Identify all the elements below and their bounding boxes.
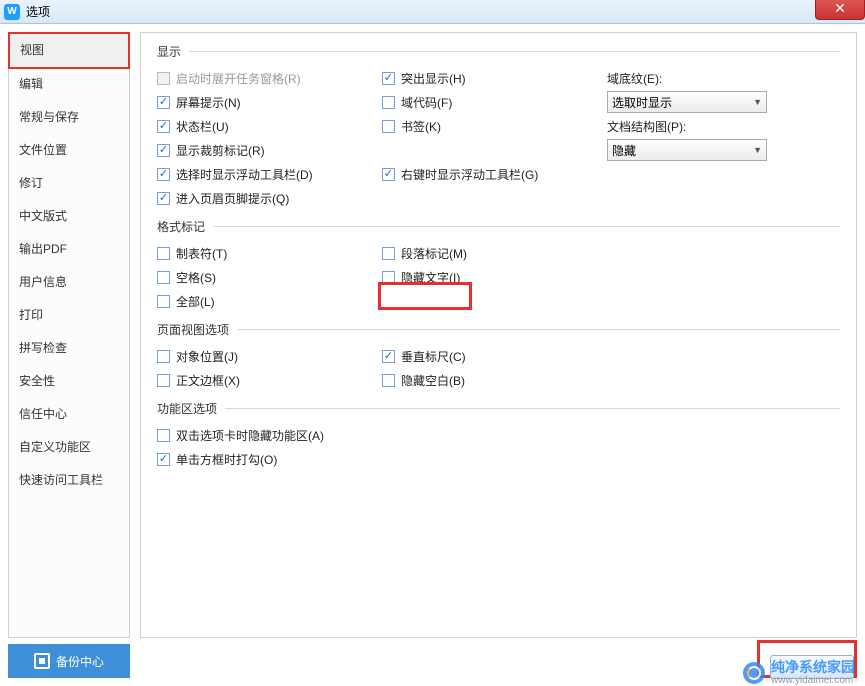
sidebar-item-chinese-layout[interactable]: 中文版式 [9, 200, 129, 233]
checkbox-float-toolbar-sel[interactable] [157, 168, 170, 181]
label-paragraph-marks: 段落标记(M) [401, 245, 467, 262]
label-vertical-ruler: 垂直标尺(C) [401, 348, 466, 365]
label-float-toolbar-sel: 选择时显示浮动工具栏(D) [176, 166, 313, 183]
checkbox-status-bar[interactable] [157, 120, 170, 133]
combo-doc-map[interactable]: 隐藏 ▼ [607, 139, 767, 161]
checkbox-hidden-text[interactable] [382, 271, 395, 284]
label-dblclick-hide-ribbon: 双击选项卡时隐藏功能区(A) [176, 427, 324, 444]
sidebar-item-security[interactable]: 安全性 [9, 365, 129, 398]
window-title: 选项 [26, 3, 50, 20]
checkbox-float-toolbar-rc[interactable] [382, 168, 395, 181]
label-highlight: 突出显示(H) [401, 70, 466, 87]
sidebar-item-revisions[interactable]: 修订 [9, 167, 129, 200]
label-field-shading: 域底纹(E): [607, 70, 662, 87]
checkbox-text-bounds[interactable] [157, 374, 170, 387]
label-hidden-text: 隐藏文字(I) [401, 269, 460, 286]
label-hide-blank: 隐藏空白(B) [401, 372, 465, 389]
sidebar-item-user-info[interactable]: 用户信息 [9, 266, 129, 299]
label-doc-map: 文档结构图(P): [607, 118, 686, 135]
label-header-footer-hint: 进入页眉页脚提示(Q) [176, 190, 289, 207]
content-panel: 显示 启动时展开任务窗格(R) 屏幕提示(N) 状态栏(U) 显示裁剪标记(R)… [140, 32, 857, 638]
watermark-logo-icon [743, 662, 765, 684]
checkbox-screen-tips[interactable] [157, 96, 170, 109]
backup-icon [34, 653, 50, 669]
section-ribbon: 功能区选项 双击选项卡时隐藏功能区(A) 单击方框时打勾(O) [157, 400, 840, 471]
sidebar-item-spellcheck[interactable]: 拼写检查 [9, 332, 129, 365]
chevron-down-icon: ▼ [753, 145, 762, 155]
checkbox-bookmarks[interactable] [382, 120, 395, 133]
sidebar-item-file-locations[interactable]: 文件位置 [9, 134, 129, 167]
app-icon: W [4, 4, 20, 20]
section-page-view: 页面视图选项 对象位置(J) 正文边框(X) 垂直标尺(C) 隐藏空白(B) [157, 321, 840, 392]
checkbox-dblclick-hide-ribbon[interactable] [157, 429, 170, 442]
section-format-marks: 格式标记 制表符(T) 空格(S) 全部(L) 段落标记(M) 隐藏文字(I) [157, 218, 840, 313]
label-click-check: 单击方框时打勾(O) [176, 451, 277, 468]
sidebar-item-output-pdf[interactable]: 输出PDF [9, 233, 129, 266]
sidebar-item-custom-ribbon[interactable]: 自定义功能区 [9, 431, 129, 464]
sidebar-item-edit[interactable]: 编辑 [9, 68, 129, 101]
sidebar-item-general-save[interactable]: 常规与保存 [9, 101, 129, 134]
watermark-url: www.yidaimei.com [771, 675, 855, 686]
sidebar-item-trust-center[interactable]: 信任中心 [9, 398, 129, 431]
backup-center-label: 备份中心 [56, 653, 104, 670]
checkbox-paragraph-marks[interactable] [382, 247, 395, 260]
checkbox-highlight[interactable] [382, 72, 395, 85]
checkbox-vertical-ruler[interactable] [382, 350, 395, 363]
watermark-title: 纯净系统家园 [771, 660, 855, 675]
checkbox-startup-pane [157, 72, 170, 85]
label-float-toolbar-rc: 右键时显示浮动工具栏(G) [401, 166, 538, 183]
checkbox-field-codes[interactable] [382, 96, 395, 109]
section-format-marks-legend: 格式标记 [157, 218, 213, 235]
section-display: 显示 启动时展开任务窗格(R) 屏幕提示(N) 状态栏(U) 显示裁剪标记(R)… [157, 43, 840, 210]
checkbox-hide-blank[interactable] [382, 374, 395, 387]
section-page-view-legend: 页面视图选项 [157, 321, 237, 338]
sidebar-item-quick-access[interactable]: 快速访问工具栏 [9, 464, 129, 497]
label-tabs: 制表符(T) [176, 245, 227, 262]
checkbox-spaces[interactable] [157, 271, 170, 284]
checkbox-crop-marks[interactable] [157, 144, 170, 157]
close-button[interactable]: ✕ [815, 0, 865, 20]
label-field-codes: 域代码(F) [401, 94, 452, 111]
chevron-down-icon: ▼ [753, 97, 762, 107]
label-object-position: 对象位置(J) [176, 348, 238, 365]
checkbox-object-position[interactable] [157, 350, 170, 363]
label-screen-tips: 屏幕提示(N) [176, 94, 241, 111]
label-all: 全部(L) [176, 293, 215, 310]
sidebar-item-print[interactable]: 打印 [9, 299, 129, 332]
checkbox-click-check[interactable] [157, 453, 170, 466]
sidebar: 视图 编辑 常规与保存 文件位置 修订 中文版式 输出PDF 用户信息 打印 拼… [8, 32, 130, 638]
watermark: 纯净系统家园 www.yidaimei.com [743, 660, 855, 686]
label-bookmarks: 书签(K) [401, 118, 441, 135]
titlebar: W 选项 ✕ [0, 0, 865, 24]
sidebar-item-view[interactable]: 视图 [10, 34, 128, 67]
label-text-bounds: 正文边框(X) [176, 372, 240, 389]
label-crop-marks: 显示裁剪标记(R) [176, 142, 265, 159]
label-status-bar: 状态栏(U) [176, 118, 229, 135]
combo-field-shading-value: 选取时显示 [612, 94, 672, 111]
label-startup-pane: 启动时展开任务窗格(R) [176, 70, 301, 87]
combo-doc-map-value: 隐藏 [612, 142, 636, 159]
label-spaces: 空格(S) [176, 269, 216, 286]
checkbox-tabs[interactable] [157, 247, 170, 260]
section-display-legend: 显示 [157, 43, 189, 60]
combo-field-shading[interactable]: 选取时显示 ▼ [607, 91, 767, 113]
section-ribbon-legend: 功能区选项 [157, 400, 225, 417]
backup-center-button[interactable]: 备份中心 [8, 644, 130, 678]
checkbox-all[interactable] [157, 295, 170, 308]
checkbox-header-footer-hint[interactable] [157, 192, 170, 205]
